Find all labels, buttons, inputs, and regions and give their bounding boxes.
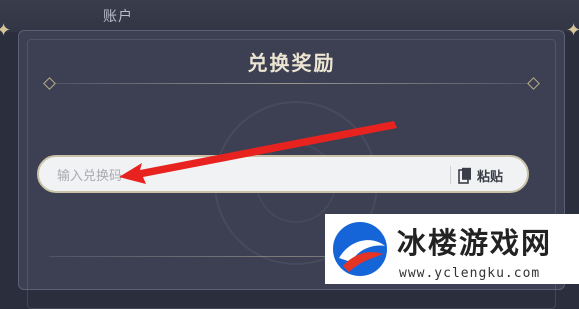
clipboard-icon	[458, 167, 471, 184]
diamond-ornament-icon	[527, 77, 540, 90]
account-tab-label[interactable]: 账户	[103, 6, 133, 26]
diamond-ornament-icon	[43, 77, 56, 90]
dialog-title: 兑换奖励	[247, 51, 336, 75]
redeem-code-field[interactable]: 粘贴	[37, 155, 529, 193]
corner-star-icon: ✦	[566, 20, 579, 41]
redeem-code-input[interactable]	[55, 165, 449, 187]
site-watermark: 冰楼游戏网 www.yclengku.com	[325, 214, 579, 284]
paste-button[interactable]: 粘贴	[458, 163, 503, 187]
watermark-title: 冰楼游戏网	[397, 226, 553, 260]
title-divider	[43, 77, 540, 90]
watermark-url: www.yclengku.com	[399, 266, 541, 281]
top-bar: 账户	[0, 0, 579, 32]
paste-button-label: 粘贴	[477, 169, 504, 185]
paste-separator	[450, 166, 451, 184]
corner-star-icon: ✦	[0, 20, 12, 41]
watermark-logo-icon	[331, 220, 389, 278]
